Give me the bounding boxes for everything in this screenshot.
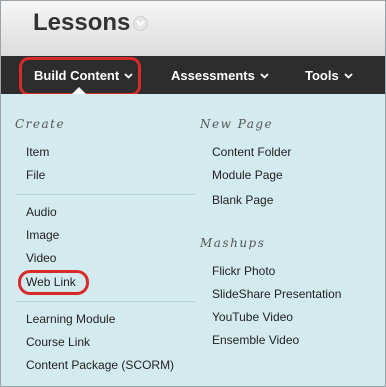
title-options-chevron-icon[interactable]	[133, 16, 148, 31]
page-title: Lessons	[33, 9, 131, 36]
create-heading: Create	[15, 117, 66, 131]
menu-item-audio[interactable]: Audio	[26, 205, 57, 219]
page-header: Lessons	[1, 1, 385, 56]
menu-item-content-package[interactable]: Content Package (SCORM)	[26, 358, 174, 372]
menu-divider	[15, 194, 195, 195]
tools-label: Tools	[305, 68, 339, 83]
menu-item-youtube-video[interactable]: YouTube Video	[212, 310, 293, 324]
menu-item-item[interactable]: Item	[26, 145, 49, 159]
new-page-heading: New Page	[200, 117, 274, 131]
menu-item-ensemble-video[interactable]: Ensemble Video	[212, 333, 299, 347]
menu-item-flickr-photo[interactable]: Flickr Photo	[212, 264, 275, 278]
menu-item-course-link[interactable]: Course Link	[26, 335, 90, 349]
chevron-down-icon	[344, 56, 353, 94]
menu-item-image[interactable]: Image	[26, 228, 59, 242]
menu-item-learning-module[interactable]: Learning Module	[26, 312, 115, 326]
mashups-heading: Mashups	[200, 236, 266, 250]
menu-item-content-folder[interactable]: Content Folder	[212, 145, 291, 159]
menu-item-blank-page[interactable]: Blank Page	[212, 193, 273, 207]
chevron-down-icon	[260, 56, 269, 94]
menu-item-file[interactable]: File	[26, 168, 45, 182]
screenshot-frame: Lessons Build Content Assessments Tools …	[0, 0, 386, 387]
tools-button[interactable]: Tools	[305, 56, 353, 94]
menu-item-slideshare[interactable]: SlideShare Presentation	[212, 287, 341, 301]
menu-item-video[interactable]: Video	[26, 251, 56, 265]
menu-pointer	[72, 87, 86, 94]
menu-divider	[15, 301, 195, 302]
web-link-highlight	[18, 270, 89, 295]
assessments-button[interactable]: Assessments	[171, 56, 269, 94]
assessments-label: Assessments	[171, 68, 255, 83]
build-content-menu: Create Item File Audio Image Video Web L…	[1, 94, 385, 386]
menu-item-module-page[interactable]: Module Page	[212, 168, 283, 182]
